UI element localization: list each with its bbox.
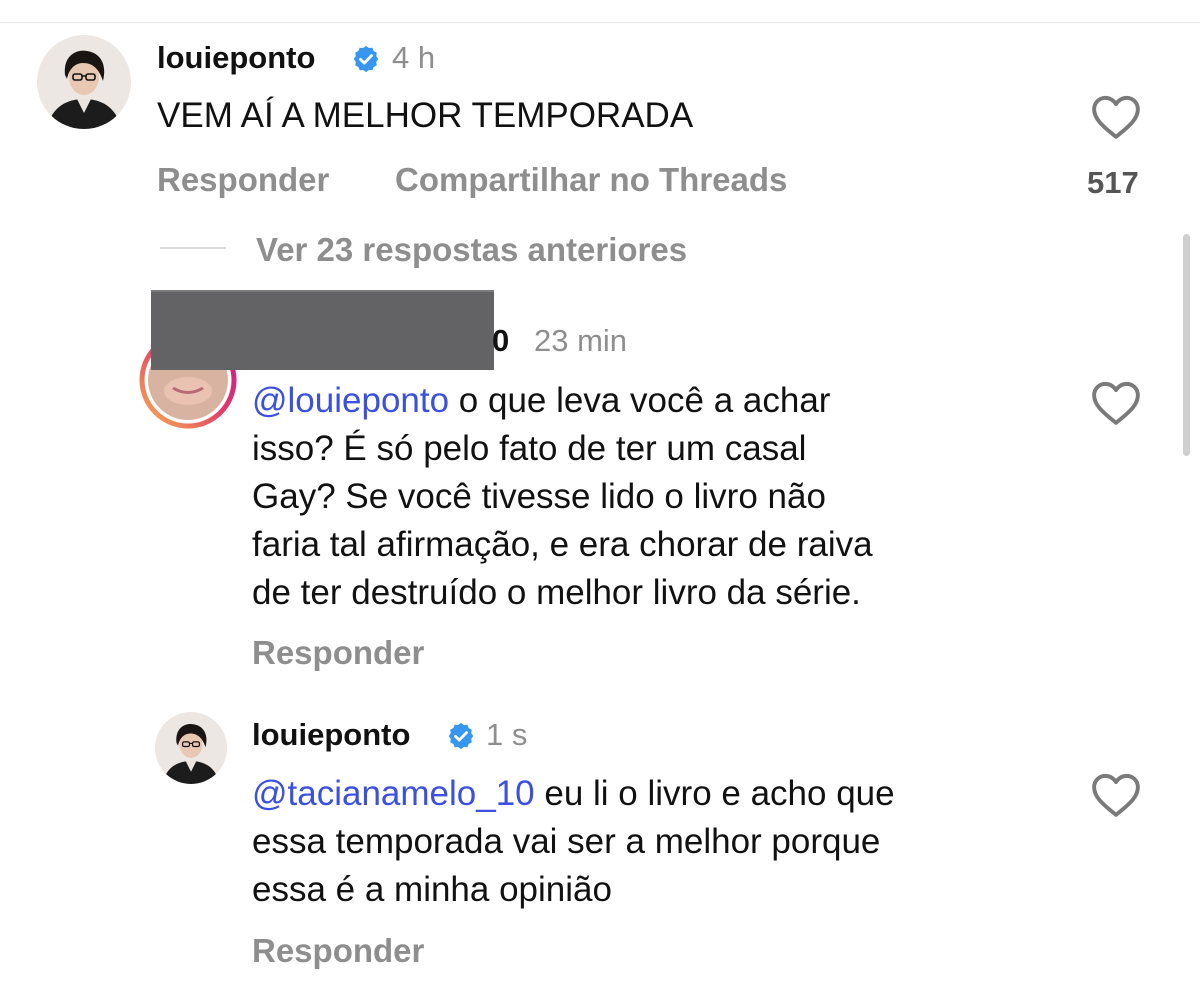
comment-text: VEM AÍ A MELHOR TEMPORADA xyxy=(157,96,694,135)
reply-text: @tacianamelo_10 eu li o livro e acho que… xyxy=(252,770,1072,914)
reply-text-line: de ter destruído o melhor livro da série… xyxy=(252,573,861,612)
reply-button[interactable]: Responder xyxy=(252,634,424,672)
reply-text-line: o que leva você a achar xyxy=(449,381,831,420)
reply-text-line: faria tal afirmação, e era chorar de rai… xyxy=(252,525,873,564)
reply-text-line: eu li o livro e acho que xyxy=(534,774,895,813)
like-heart-icon[interactable] xyxy=(1091,380,1141,426)
reply-time: 23 min xyxy=(534,323,628,358)
comment-time: 4 h xyxy=(392,40,436,75)
top-divider xyxy=(0,22,1200,23)
avatar[interactable] xyxy=(155,712,227,784)
verified-badge-icon xyxy=(353,45,379,73)
reply-text-line: essa temporada vai ser a melhor porque xyxy=(252,822,881,861)
avatar-image xyxy=(155,712,227,784)
reply-time: 1 s xyxy=(486,717,528,752)
scrollbar[interactable] xyxy=(1183,234,1190,456)
mention-link[interactable]: @louieponto xyxy=(252,381,449,420)
reply-button[interactable]: Responder xyxy=(252,932,424,970)
reply-button[interactable]: Responder xyxy=(157,161,329,199)
redaction-box xyxy=(151,290,494,370)
reply-text-line: Gay? Se você tivesse lido o livro não xyxy=(252,477,826,516)
reply-text: @louieponto o que leva você a achar isso… xyxy=(252,377,1072,617)
verified-badge-icon xyxy=(448,722,474,750)
avatar[interactable] xyxy=(37,35,131,129)
share-threads-button[interactable]: Compartilhar no Threads xyxy=(395,161,787,199)
replies-divider-line xyxy=(160,247,226,249)
avatar-image xyxy=(37,35,131,129)
view-previous-replies-button[interactable]: Ver 23 respostas anteriores xyxy=(256,231,687,269)
reply-text-line: isso? É só pelo fato de ter um casal xyxy=(252,429,807,468)
reply-username-fragment[interactable]: 0 xyxy=(492,323,509,359)
comment-username[interactable]: louieponto xyxy=(157,40,315,76)
mention-link[interactable]: @tacianamelo_10 xyxy=(252,774,535,813)
reply-text-line: essa é a minha opinião xyxy=(252,870,612,909)
like-heart-icon[interactable] xyxy=(1091,772,1141,818)
reply-username[interactable]: louieponto xyxy=(252,717,410,753)
like-heart-icon[interactable] xyxy=(1091,94,1141,140)
like-count: 517 xyxy=(1087,165,1139,200)
